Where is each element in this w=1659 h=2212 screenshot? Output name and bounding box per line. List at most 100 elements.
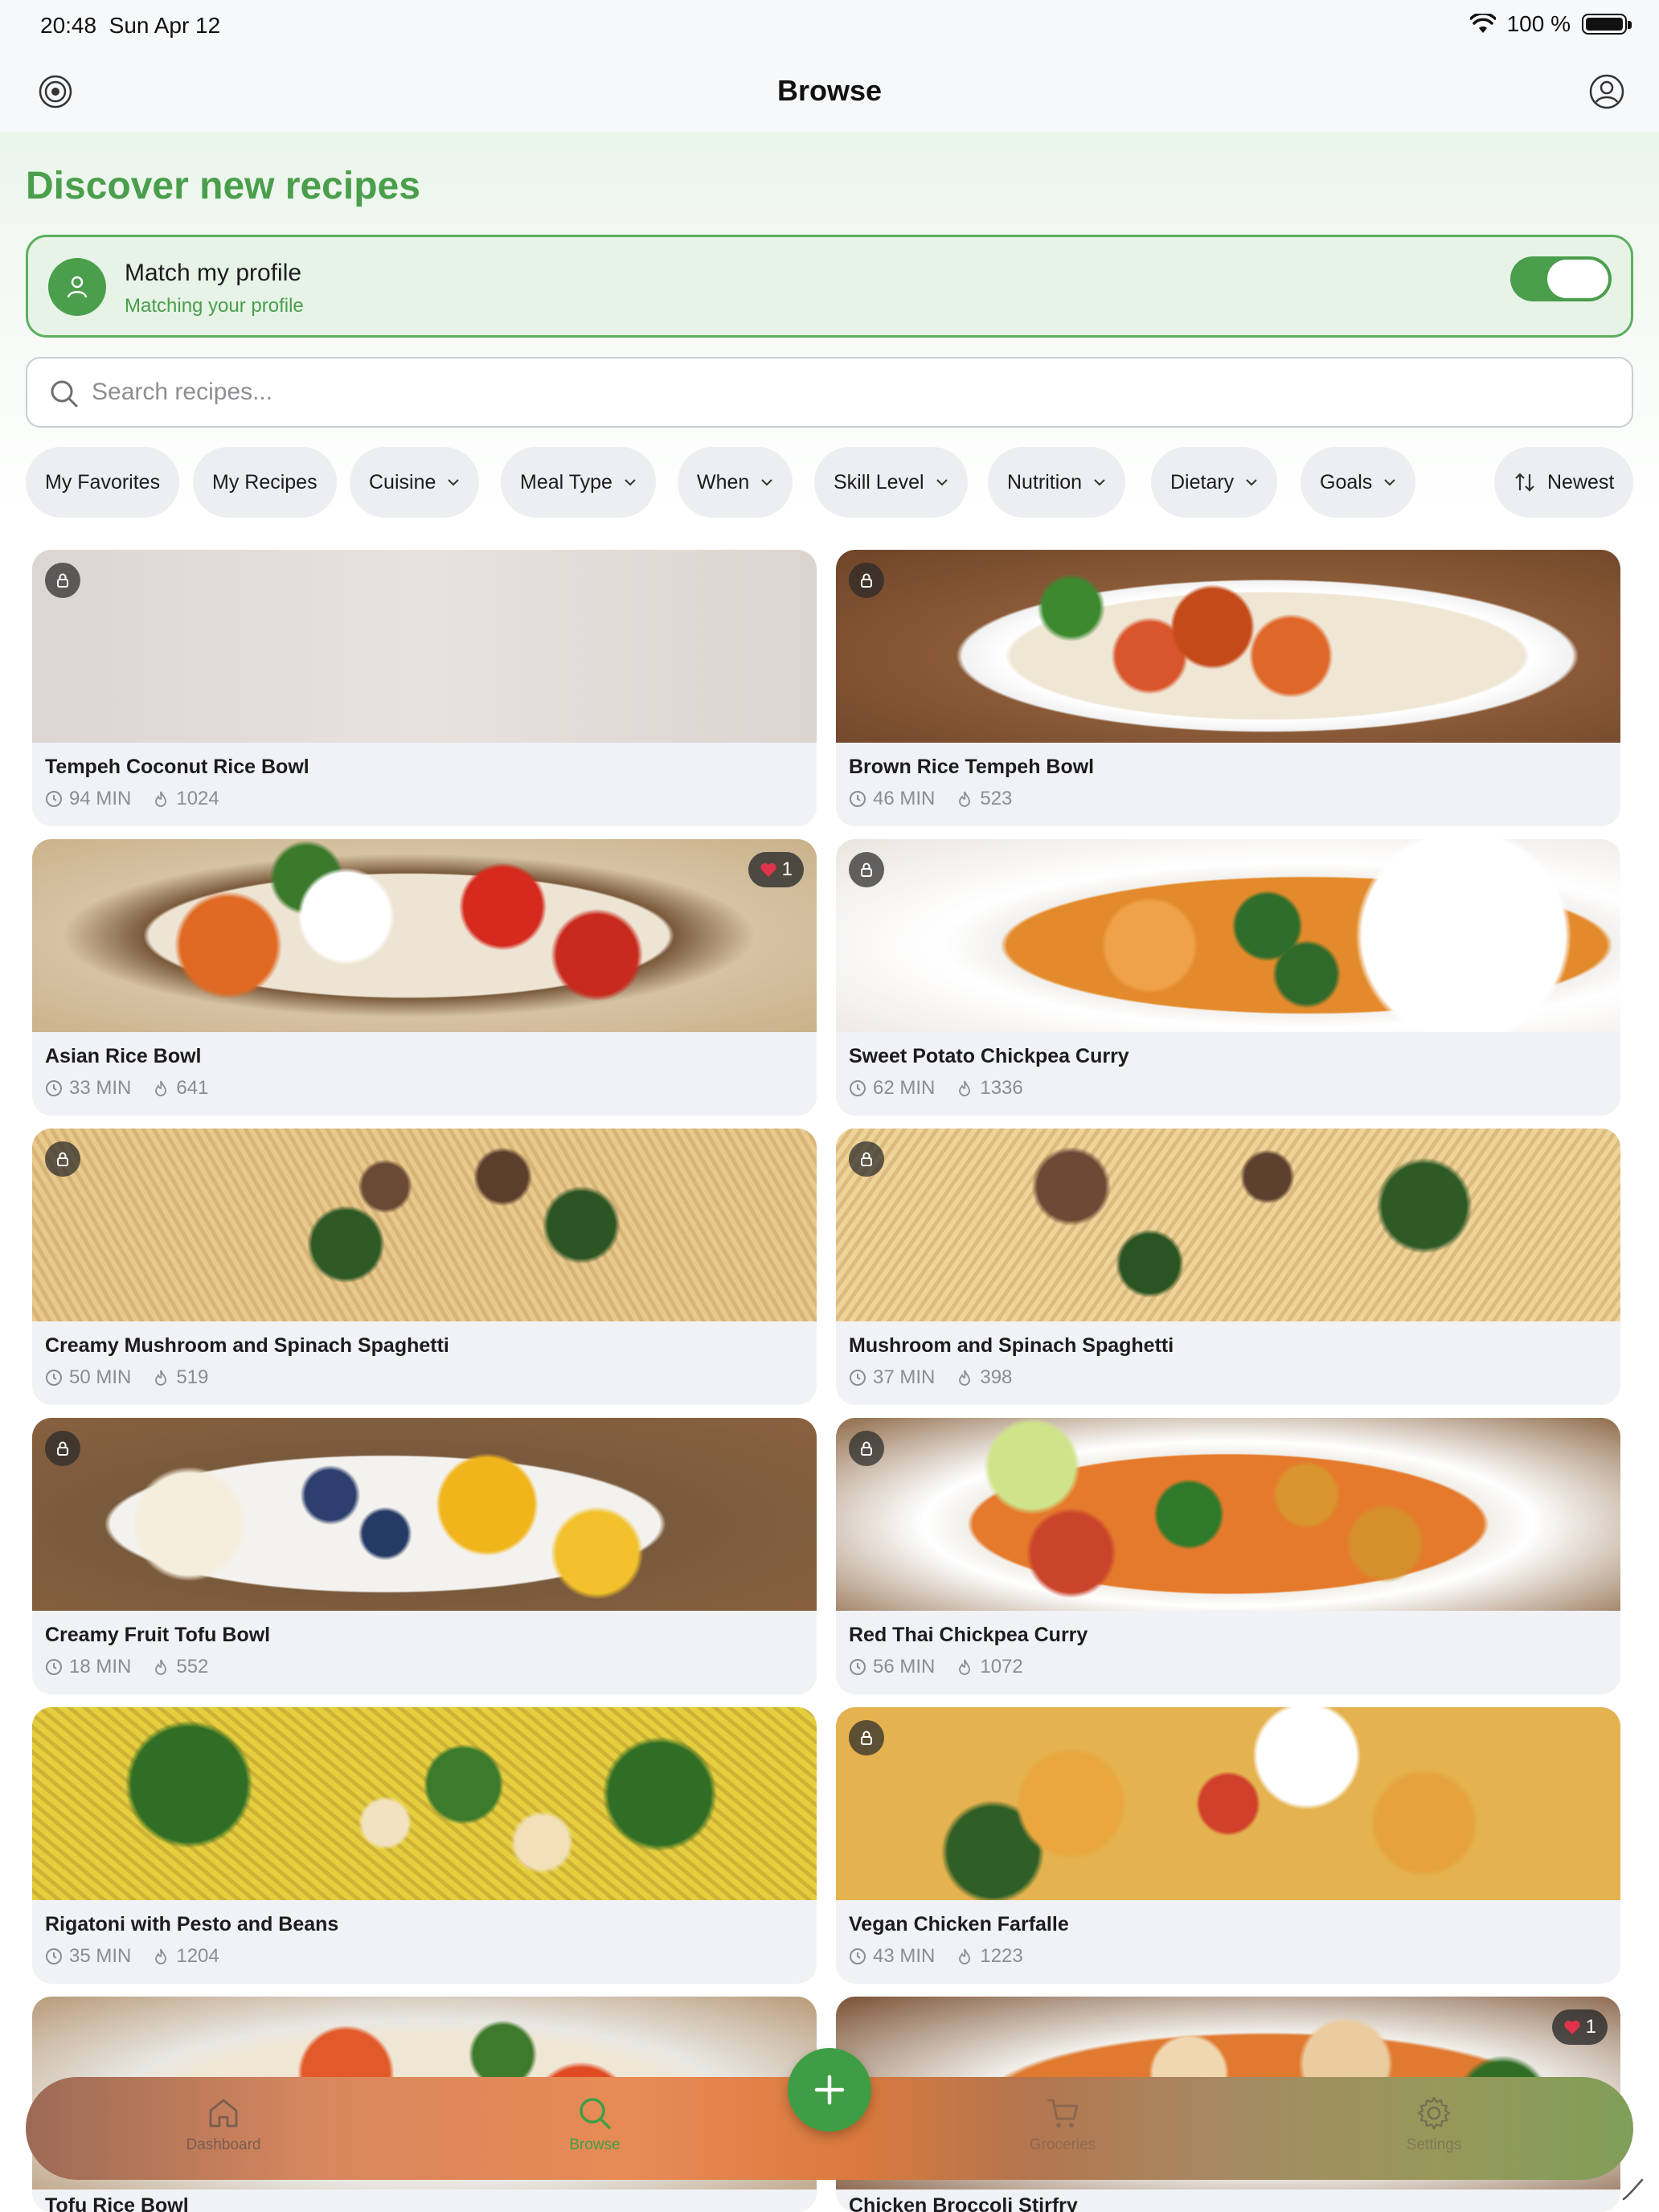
recipe-title: Sweet Potato Chickpea Curry [849,1045,1129,1067]
recipe-card[interactable]: Creamy Fruit Tofu Bowl 18 MIN 552 [32,1418,817,1694]
recipe-card[interactable]: 1 Asian Rice Bowl 33 MIN 641 [32,839,817,1116]
filter-nutrition[interactable]: Nutrition [988,447,1126,518]
wifi-icon [1469,14,1496,33]
recipe-title: Mushroom and Spinach Spaghetti [849,1334,1174,1357]
scroll-indicator-icon [1622,2178,1644,2201]
recipe-time: 43 MIN [873,1945,936,1967]
clock-icon [46,1948,62,1964]
status-indicators: 100 % [1469,11,1632,37]
recipe-title: Tofu Rice Bowl [45,2194,189,2212]
recipe-title: Rigatoni with Pesto and Beans [45,1913,339,1936]
recipe-title: Red Thai Chickpea Curry [849,1624,1088,1646]
recipe-title: Creamy Fruit Tofu Bowl [45,1624,271,1646]
flame-icon [959,1080,971,1096]
battery-icon [1582,14,1632,35]
clock-icon [850,1080,866,1096]
recipe-calories: 519 [176,1366,209,1388]
plus-icon [814,2075,845,2105]
recipe-card[interactable]: Mushroom and Spinach Spaghetti 37 MIN 39… [836,1129,1620,1405]
add-recipe-button[interactable] [788,2048,871,2132]
recipe-calories: 1336 [980,1077,1023,1099]
filter-cuisine[interactable]: Cuisine [350,447,480,518]
recipe-title: Asian Rice Bowl [45,1045,202,1067]
recipe-image [836,550,1620,743]
chevron-down-icon [936,479,948,486]
clock-date: Sun Apr 12 [109,13,221,38]
recipe-meta: 37 MIN 398 [849,1366,1012,1389]
clock-icon [46,1659,62,1675]
recipe-card[interactable]: Creamy Mushroom and Spinach Spaghetti 50… [32,1129,817,1405]
recipe-meta: 43 MIN 1223 [849,1945,1023,1968]
profile-avatar [48,258,106,316]
search-bar [26,357,1633,428]
recipe-card[interactable]: Vegan Chicken Farfalle 43 MIN 1223 [836,1707,1620,1984]
recipe-card[interactable]: Brown Rice Tempeh Bowl 46 MIN 523 [836,550,1620,826]
flame-icon [959,1659,971,1675]
chevron-down-icon [1094,479,1105,486]
navigation-bar: Browse [0,51,1659,132]
recipe-time: 94 MIN [69,788,132,809]
recipe-title: Brown Rice Tempeh Bowl [849,756,1095,778]
flame-icon [959,1370,971,1386]
recipe-time: 35 MIN [69,1945,132,1967]
filter-goals[interactable]: Goals [1301,447,1416,518]
lock-icon [849,1431,884,1466]
clock-icon [46,1370,62,1386]
recipe-image [32,1707,817,1900]
recipe-card[interactable]: Red Thai Chickpea Curry 56 MIN 1072 [836,1418,1620,1694]
filter-dietary[interactable]: Dietary [1151,447,1278,518]
account-icon[interactable] [1588,73,1625,110]
recipe-image [32,839,817,1032]
recipe-calories: 523 [980,788,1013,809]
filter-when[interactable]: When [678,447,793,518]
flame-icon [155,1659,167,1675]
recipe-calories: 1204 [176,1945,219,1967]
heart-icon [760,862,776,877]
recipe-image [836,1129,1620,1321]
home-icon [209,2099,238,2128]
toggle-knob [1547,260,1608,298]
tab-dashboard[interactable]: Dashboard [143,2095,304,2154]
lock-icon [849,1141,884,1177]
clock-icon [46,1080,62,1096]
match-profile-status: Matching your profile [125,295,304,317]
recipe-calories: 552 [176,1656,209,1677]
clock-icon [46,791,62,807]
person-icon [67,276,88,298]
recipe-time: 46 MIN [873,788,936,809]
tab-label: Browse [569,2136,621,2153]
recipe-image [32,550,817,743]
chip-label: Nutrition [1007,470,1083,494]
sort-icon [1515,473,1534,492]
tab-browse[interactable]: Browse [514,2095,675,2154]
recipe-card[interactable]: Rigatoni with Pesto and Beans 35 MIN 120… [32,1707,817,1984]
clock-icon [850,1659,866,1675]
recipe-calories: 641 [176,1077,209,1099]
sort-button[interactable]: Newest [1494,447,1634,518]
recipe-time: 33 MIN [69,1077,132,1099]
chip-label: Cuisine [369,470,436,494]
page-title: Browse [776,74,883,107]
chevron-down-icon [625,479,636,486]
recipe-card[interactable]: Sweet Potato Chickpea Curry 62 MIN 1336 [836,839,1620,1116]
filter-skill-level[interactable]: Skill Level [814,447,968,518]
tab-groceries[interactable]: Groceries [982,2095,1143,2154]
recipe-card[interactable]: Tempeh Coconut Rice Bowl 94 MIN 1024 [32,550,817,826]
recipe-meta: 94 MIN 1024 [45,788,219,810]
lock-icon [849,852,884,887]
flame-icon [155,791,167,807]
filter-my-recipes[interactable]: My Recipes [193,447,337,518]
search-input[interactable] [92,370,1603,415]
flame-icon [155,1370,167,1386]
recipe-time: 62 MIN [873,1077,936,1099]
match-profile-card[interactable]: Match my profile Matching your profile [26,235,1633,338]
recipe-image [32,1418,817,1611]
filter-my-favorites[interactable]: My Favorites [26,447,180,518]
match-profile-toggle[interactable] [1510,256,1612,301]
filter-meal-type[interactable]: Meal Type [501,447,656,518]
cart-icon [1047,2099,1079,2128]
lock-icon [45,563,80,598]
section-heading: Discover new recipes [26,165,420,207]
tab-settings[interactable]: Settings [1354,2095,1514,2154]
recipe-time: 37 MIN [873,1366,936,1388]
